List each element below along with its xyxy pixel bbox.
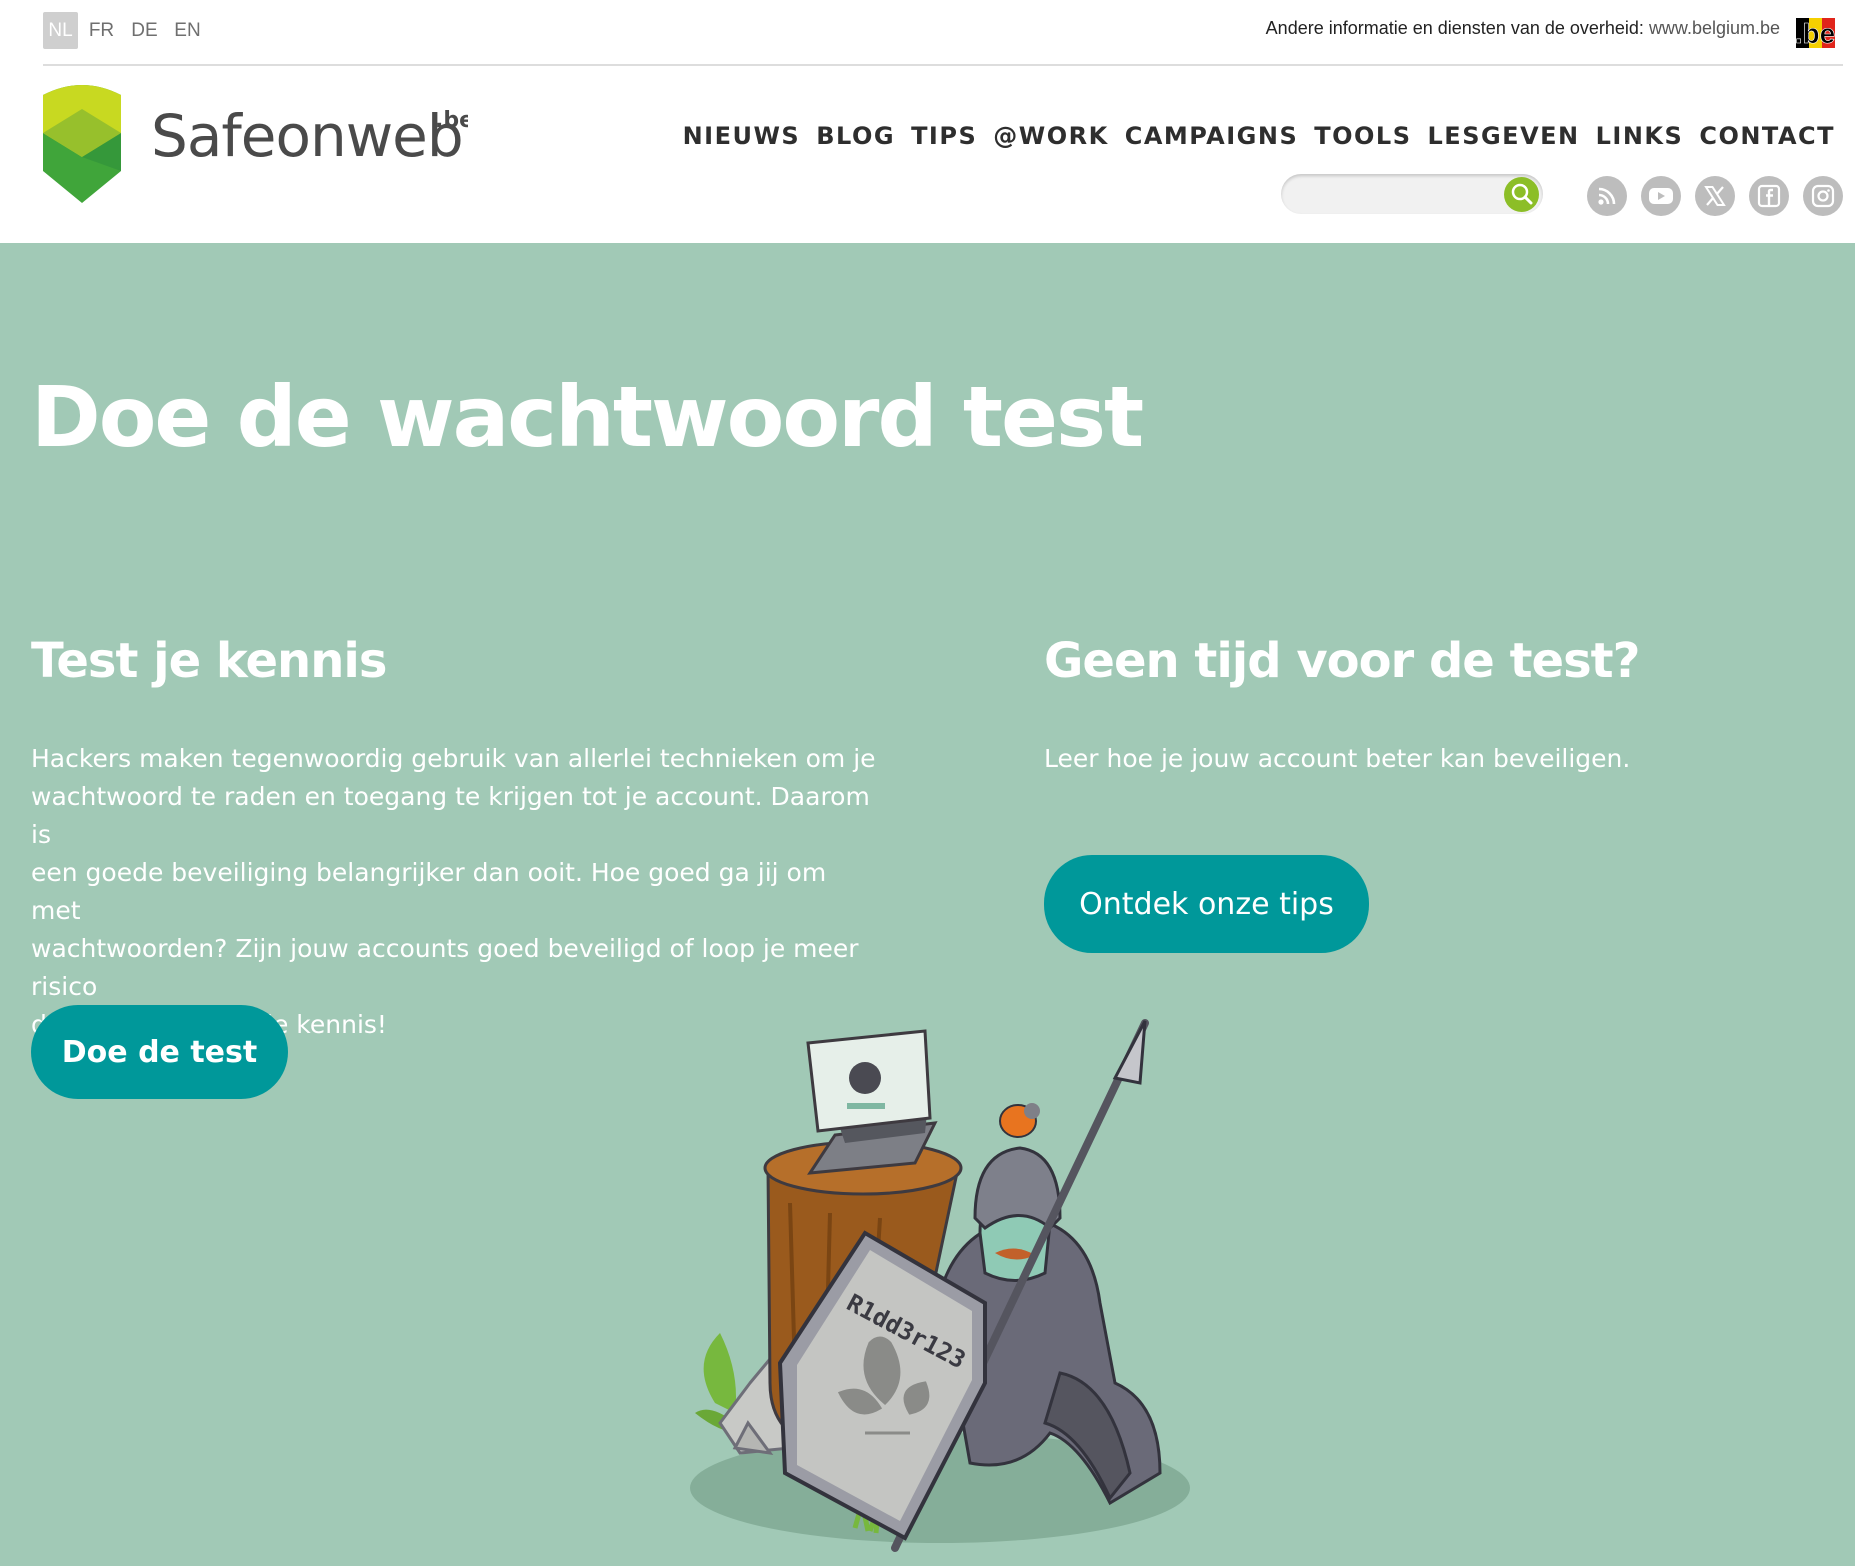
- lang-de[interactable]: DE: [127, 12, 162, 49]
- search-icon: [1511, 183, 1533, 205]
- nav-item-tips[interactable]: TIPS: [903, 122, 985, 150]
- robin-head: [1024, 1103, 1040, 1119]
- leaf-left: [703, 1333, 736, 1413]
- right-heading: Geen tijd voor de test?: [1044, 633, 1640, 689]
- left-heading: Test je kennis: [31, 633, 387, 689]
- nav-item-blog[interactable]: BLOG: [808, 122, 903, 150]
- main-nav: NIEUWS BLOG TIPS @WORK CAMPAIGNS TOOLS L…: [675, 122, 1843, 150]
- facebook-icon: [1757, 184, 1781, 208]
- search-box: [1281, 174, 1543, 214]
- x-icon: [1704, 186, 1726, 206]
- nav-item-campaigns[interactable]: CAMPAIGNS: [1117, 122, 1307, 150]
- discover-tips-button[interactable]: Ontdek onze tips: [1044, 855, 1369, 953]
- nav-item-tools[interactable]: TOOLS: [1306, 122, 1419, 150]
- youtube-link[interactable]: [1641, 176, 1681, 216]
- left-paragraph-line: Hackers maken tegenwoordig gebruik van a…: [31, 744, 876, 773]
- spear-tip: [1112, 1020, 1147, 1085]
- lang-fr[interactable]: FR: [84, 12, 119, 49]
- left-paragraph-line: wachtwoord te raden en toegang te krijge…: [31, 782, 870, 849]
- rss-icon: [1598, 187, 1616, 205]
- left-paragraph-line: wachtwoorden? Zijn jouw accounts goed be…: [31, 934, 859, 1001]
- left-paragraph-line: een goede beveiliging belangrijker dan o…: [31, 858, 827, 925]
- logo-text: Safeonweb: [151, 102, 463, 170]
- search-button[interactable]: [1504, 177, 1539, 212]
- top-bar: NL FR DE EN Andere informatie en dienste…: [0, 0, 1855, 65]
- x-link[interactable]: [1695, 176, 1735, 216]
- instagram-icon: [1811, 184, 1835, 208]
- nav-item-links[interactable]: LINKS: [1588, 122, 1692, 150]
- gov-info: Andere informatie en diensten van de ove…: [1266, 18, 1780, 39]
- site-header: Safeonweb .be NIEUWS BLOG TIPS @WORK CAM…: [0, 66, 1855, 243]
- nav-item-lesgeven[interactable]: LESGEVEN: [1420, 122, 1588, 150]
- youtube-icon: [1649, 188, 1673, 204]
- page: NL FR DE EN Andere informatie en dienste…: [0, 0, 1855, 1566]
- gov-info-label: Andere informatie en diensten van de ove…: [1265, 18, 1644, 38]
- laptop-input: [847, 1103, 885, 1109]
- page-title: Doe de wachtwoord test: [31, 368, 1144, 466]
- instagram-link[interactable]: [1803, 176, 1843, 216]
- lang-en[interactable]: EN: [170, 12, 205, 49]
- start-test-button[interactable]: Doe de test: [31, 1005, 288, 1099]
- right-paragraph: Leer hoe je jouw account beter kan bevei…: [1044, 744, 1631, 773]
- rss-link[interactable]: [1587, 176, 1627, 216]
- facebook-link[interactable]: [1749, 176, 1789, 216]
- laptop-hacker-avatar: [849, 1062, 881, 1094]
- knight-helmet: [973, 1146, 1062, 1231]
- be-logo-text: .be: [1795, 18, 1835, 49]
- knight-illustration: R1dd3r123: [690, 1019, 1190, 1552]
- hero-section: Doe de wachtwoord test Test je kennis Ha…: [0, 243, 1855, 1566]
- nav-item-work[interactable]: @WORK: [985, 122, 1116, 150]
- safeonweb-logo[interactable]: Safeonweb .be: [43, 81, 468, 206]
- search-input[interactable]: [1295, 180, 1495, 208]
- left-paragraph: Hackers maken tegenwoordig gebruik van a…: [31, 740, 881, 1044]
- logo-suffix: .be: [435, 108, 468, 133]
- lang-nl[interactable]: NL: [43, 12, 78, 49]
- nav-item-nieuws[interactable]: NIEUWS: [675, 122, 809, 150]
- nav-item-contact[interactable]: CONTACT: [1691, 122, 1843, 150]
- belgium-link[interactable]: www.belgium.be: [1649, 18, 1780, 38]
- be-logo-icon[interactable]: .be: [1790, 10, 1840, 54]
- shield-logo-icon: [43, 85, 121, 203]
